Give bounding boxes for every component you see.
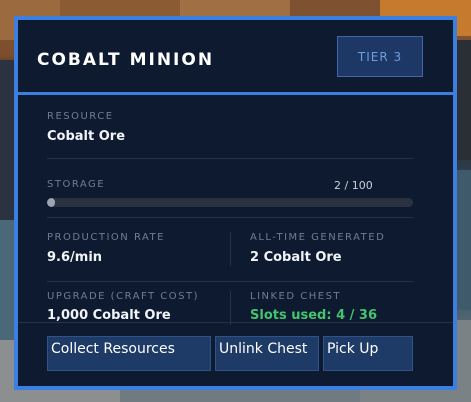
world-block (120, 388, 360, 402)
footer-divider (18, 322, 453, 323)
column-separator (230, 232, 231, 266)
resource-label: RESOURCE (47, 111, 114, 122)
generated-value: 2 Cobalt Ore (250, 250, 342, 265)
storage-bar-fill (47, 198, 56, 207)
resource-value: Cobalt Ore (47, 129, 126, 144)
collect-resources-button[interactable]: Collect Resources (47, 336, 211, 371)
divider (47, 217, 413, 218)
storage-readout: 2 / 100 (334, 179, 373, 192)
chest-label: LINKED CHEST (250, 291, 342, 302)
divider (47, 281, 413, 282)
unlink-chest-button[interactable]: Unlink Chest (215, 336, 319, 371)
panel-title: COBALT MINION (37, 50, 215, 70)
generated-label: ALL-TIME GENERATED (250, 232, 386, 243)
storage-bar (47, 198, 413, 207)
storage-label: STORAGE (47, 179, 106, 190)
tier-badge: TIER 3 (337, 36, 423, 77)
upgrade-label: UPGRADE (CRAFT COST) (47, 291, 200, 302)
production-value: 9.6/min (47, 250, 103, 265)
upgrade-value: 1,000 Cobalt Ore (47, 308, 171, 323)
production-label: PRODUCTION RATE (47, 232, 165, 243)
pick-up-button[interactable]: Pick Up (323, 336, 413, 371)
chest-slots-value: Slots used: 4 / 36 (250, 308, 378, 323)
divider (47, 158, 413, 159)
minion-panel: COBALT MINION TIER 3 RESOURCE Cobalt Ore… (14, 16, 457, 390)
panel-header: COBALT MINION TIER 3 (18, 20, 453, 95)
column-separator (230, 291, 231, 325)
